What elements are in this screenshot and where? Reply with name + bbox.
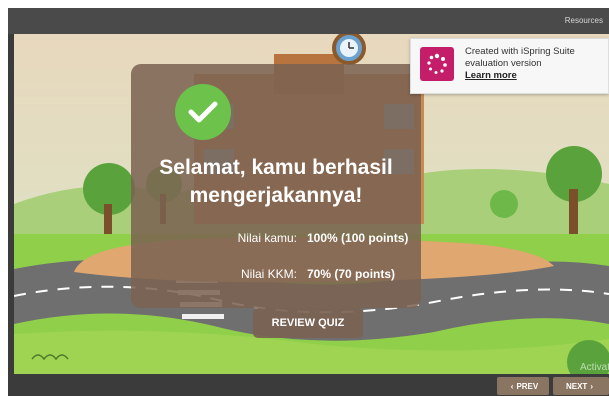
chevron-left-icon: ‹ <box>510 381 514 391</box>
banner-line-1: Created with iSpring Suite <box>465 46 575 57</box>
ispring-evaluation-banner: Created with iSpring Suite evaluation ve… <box>410 38 609 94</box>
next-button[interactable]: NEXT › <box>553 377 609 395</box>
review-quiz-button[interactable]: REVIEW QUIZ <box>253 308 363 338</box>
score-label: Nilai kamu: <box>237 231 297 245</box>
activate-watermark: Activate <box>580 362 609 373</box>
learn-more-link[interactable]: Learn more <box>465 70 575 82</box>
player-top-bar: Resources <box>8 8 609 34</box>
score-value: 100% (100 points) <box>307 231 409 245</box>
kkm-value: 70% (70 points) <box>307 267 396 281</box>
prev-button[interactable]: ‹ PREV <box>497 377 549 395</box>
chevron-right-icon: › <box>590 381 593 391</box>
resources-link[interactable]: Resources <box>565 16 603 25</box>
slide-stage: Selamat, kamu berhasil mengerjakannya! N… <box>14 34 609 374</box>
next-label: NEXT <box>565 381 588 391</box>
result-title: Selamat, kamu berhasil mengerjakannya! <box>131 154 421 210</box>
banner-line-2: evaluation version <box>465 58 542 69</box>
prev-label: PREV <box>516 381 539 391</box>
quiz-player: Resources Selamat, kamu berhasil mengerj… <box>8 8 609 396</box>
result-title-line-2: mengerjakannya! <box>189 184 363 207</box>
ispring-logo-icon <box>420 47 454 81</box>
kkm-label: Nilai KKM: <box>240 267 297 281</box>
result-title-line-1: Selamat, kamu berhasil <box>159 156 393 179</box>
banner-text: Created with iSpring Suite evaluation ve… <box>465 46 575 82</box>
checkmark-icon <box>175 84 231 140</box>
